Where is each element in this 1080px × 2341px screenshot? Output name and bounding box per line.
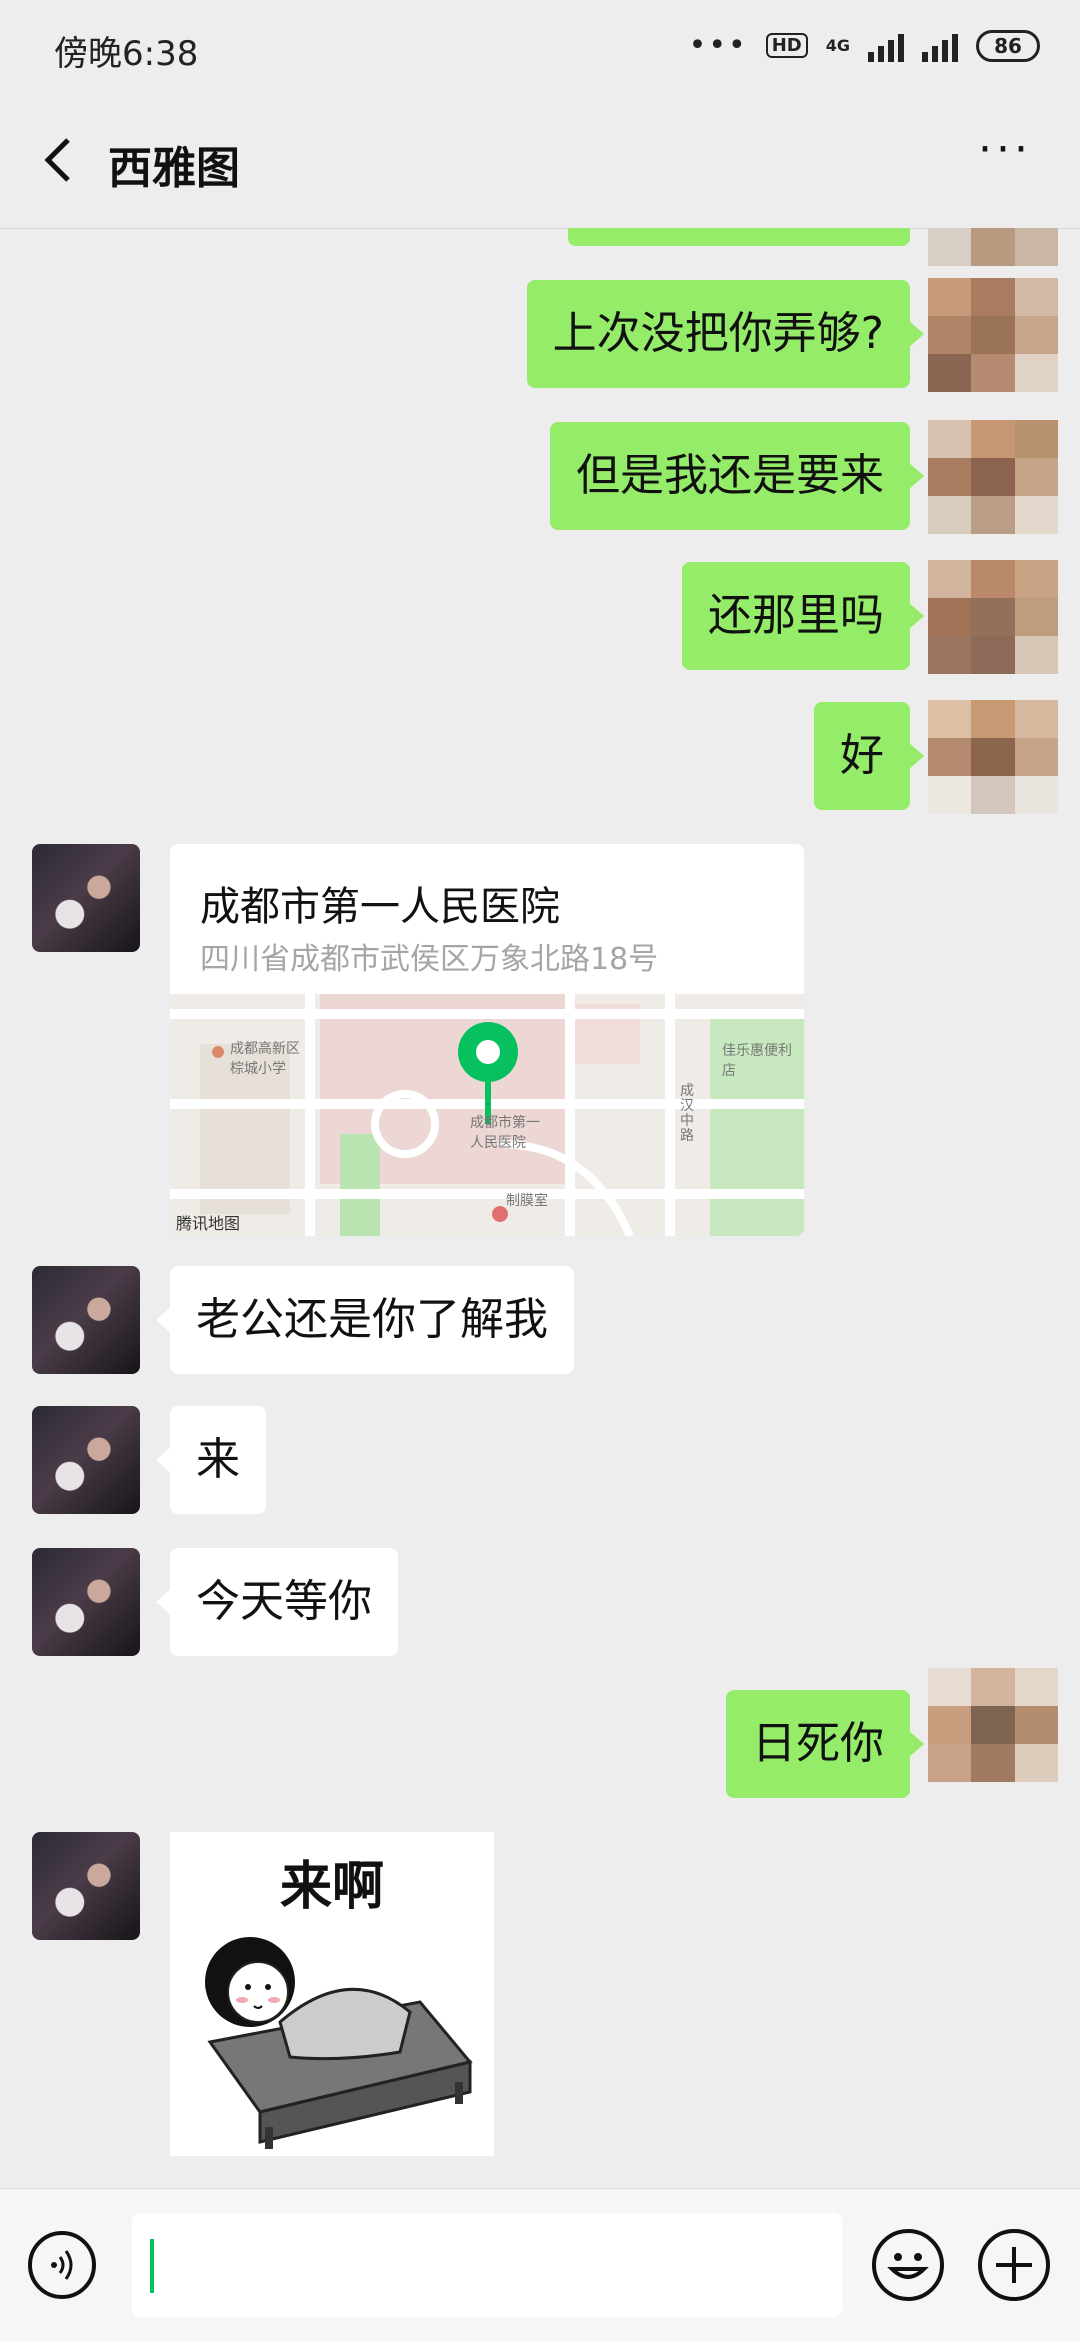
chevron-left-icon bbox=[44, 138, 70, 182]
text-cursor bbox=[150, 2239, 154, 2293]
battery-indicator: 86 bbox=[976, 29, 1040, 62]
map-label-hospital: 成都市第一 人民医院 bbox=[470, 1115, 540, 1151]
partial-message-bubble bbox=[568, 228, 910, 246]
contact-avatar[interactable] bbox=[32, 1406, 140, 1514]
contact-avatar[interactable] bbox=[32, 1548, 140, 1656]
location-map[interactable]: 成都高新区 棕城小学 成都市第一 人民医院 佳乐惠便利店 成汉中路 制膜室 腾讯… bbox=[170, 994, 804, 1236]
sticker-image bbox=[205, 1937, 473, 2149]
contact-avatar[interactable] bbox=[32, 1266, 140, 1374]
message-bubble-received[interactable]: 来 bbox=[156, 1406, 266, 1514]
chat-title: 西雅图 bbox=[108, 143, 240, 194]
map-label-road: 成汉中路 bbox=[680, 1083, 694, 1144]
self-avatar[interactable] bbox=[928, 1668, 1058, 1782]
signal-icon bbox=[868, 30, 904, 62]
voice-button[interactable] bbox=[28, 2231, 96, 2299]
input-bar bbox=[0, 2188, 1080, 2341]
sticker-message[interactable]: 来啊 bbox=[170, 1832, 494, 2156]
map-label-school: 成都高新区 棕城小学 bbox=[230, 1041, 300, 1077]
signal-icon-2 bbox=[922, 30, 958, 62]
message-input[interactable] bbox=[132, 2213, 842, 2317]
message-bubble-sent[interactable]: 但是我还是要来 bbox=[550, 422, 924, 530]
more-notifications-icon: ••• bbox=[688, 28, 748, 63]
more-functions-button[interactable] bbox=[978, 2229, 1050, 2301]
map-label-pharmacy: 制膜室 bbox=[506, 1193, 548, 1209]
self-avatar[interactable] bbox=[928, 700, 1058, 814]
message-bubble-sent[interactable]: 还那里吗 bbox=[682, 562, 924, 670]
emoji-button[interactable] bbox=[872, 2229, 944, 2301]
self-avatar-mosaic bbox=[928, 228, 1058, 266]
status-time: 傍晚6:38 bbox=[54, 34, 199, 74]
hd-badge: HD bbox=[765, 33, 808, 58]
status-bar: 傍晚6:38 ••• HD 4G 86 bbox=[0, 0, 1080, 100]
message-bubble-sent[interactable]: 日死你 bbox=[726, 1690, 924, 1798]
location-card[interactable]: 成都市第一人民医院 四川省成都市武侯区万象北路18号 成都高新区 棕城小学 成都… bbox=[170, 844, 804, 1236]
message-bubble-received[interactable]: 老公还是你了解我 bbox=[156, 1266, 574, 1374]
emoji-icon bbox=[887, 2253, 929, 2279]
location-name: 成都市第一人民医院 bbox=[200, 884, 560, 930]
self-avatar[interactable] bbox=[928, 420, 1058, 534]
chat-header: 西雅图 ··· bbox=[0, 100, 1080, 229]
back-button[interactable] bbox=[32, 130, 92, 190]
message-bubble-sent[interactable]: 好 bbox=[814, 702, 924, 810]
location-address: 四川省成都市武侯区万象北路18号 bbox=[200, 942, 659, 977]
self-avatar[interactable] bbox=[928, 278, 1058, 392]
map-label-convenience: 佳乐惠便利店 bbox=[722, 1043, 792, 1079]
message-bubble-received[interactable]: 今天等你 bbox=[156, 1548, 398, 1656]
self-avatar[interactable] bbox=[928, 560, 1058, 674]
voice-icon bbox=[51, 2250, 73, 2280]
map-brand: 腾讯地图 bbox=[176, 1214, 241, 1233]
contact-avatar[interactable] bbox=[32, 844, 140, 952]
more-options-button[interactable]: ··· bbox=[970, 128, 1040, 190]
contact-avatar[interactable] bbox=[32, 1832, 140, 1940]
network-type: 4G bbox=[825, 35, 850, 55]
message-bubble-sent[interactable]: 上次没把你弄够? bbox=[526, 280, 925, 388]
status-icons: ••• HD 4G 86 bbox=[689, 28, 1040, 63]
plus-icon bbox=[996, 2247, 1032, 2283]
